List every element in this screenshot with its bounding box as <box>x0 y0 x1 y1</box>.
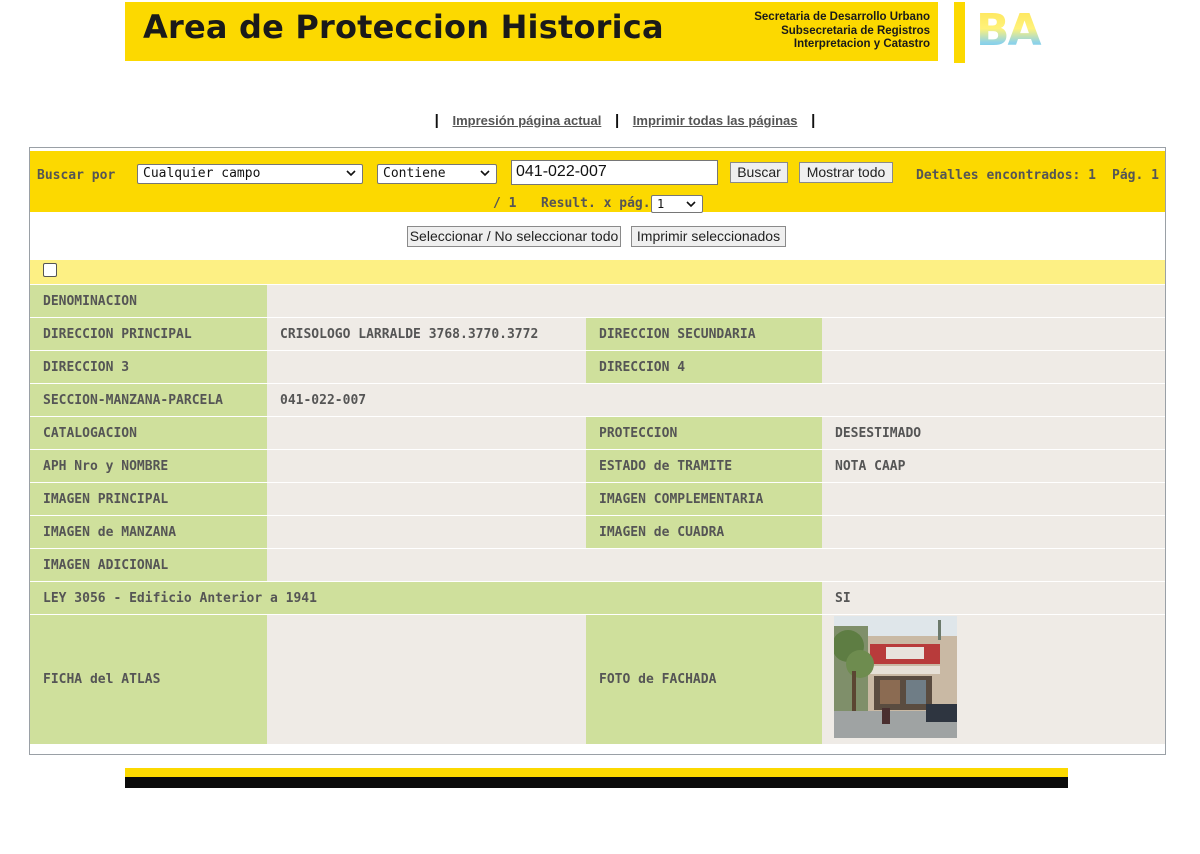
value-ficha-atlas <box>267 615 586 744</box>
label-direccion-principal: DIRECCION PRINCIPAL <box>30 318 267 350</box>
facade-photo[interactable] <box>834 616 957 738</box>
search-field-value: Cualquier campo <box>143 166 261 181</box>
footer-black-bar <box>125 777 1068 788</box>
value-denominacion <box>267 285 1165 317</box>
chevron-down-icon <box>480 170 490 177</box>
record-select-checkbox[interactable] <box>43 263 57 277</box>
label-imagen-complementaria: IMAGEN COMPLEMENTARIA <box>586 483 822 515</box>
label-denominacion: DENOMINACION <box>30 285 267 317</box>
search-bar: Buscar por Cualquier campo Contiene 041-… <box>30 151 1165 213</box>
print-current-page-link[interactable]: Impresión página actual <box>453 113 602 128</box>
link-separator: | <box>811 112 816 129</box>
value-direccion-secundaria <box>822 318 1165 350</box>
label-foto-fachada: FOTO de FACHADA <box>586 615 822 744</box>
value-proteccion: DESESTIMADO <box>822 417 1165 449</box>
select-all-button[interactable]: Seleccionar / No seleccionar todo <box>407 226 621 247</box>
results-per-page-label: Result. x pág.: <box>541 196 659 211</box>
organization-info: Secretaria de Desarrollo Urbano Subsecre… <box>754 11 930 52</box>
banner-divider <box>954 2 965 63</box>
search-operator-select[interactable]: Contiene <box>377 164 497 184</box>
search-operator-value: Contiene <box>383 166 446 181</box>
footer-yellow-bar <box>125 768 1068 777</box>
label-imagen-principal: IMAGEN PRINCIPAL <box>30 483 267 515</box>
value-direccion-principal: CRISOLOGO LARRALDE 3768.3770.3772 <box>267 318 586 350</box>
label-imagen-cuadra: IMAGEN de CUADRA <box>586 516 822 548</box>
ba-logo: BA <box>976 8 1060 54</box>
chevron-down-icon <box>686 201 696 208</box>
value-imagen-manzana <box>267 516 586 548</box>
label-estado-tramite: ESTADO de TRAMITE <box>586 450 822 482</box>
total-pages-indicator: / 1 <box>493 196 517 211</box>
results-found-count: Detalles encontrados: 1 <box>916 168 1097 183</box>
record-header-strip <box>30 260 1165 284</box>
page-title: Area de Proteccion Historica <box>143 8 664 46</box>
value-direccion-3 <box>267 351 586 383</box>
current-page-indicator: Pág. 1 <box>1112 168 1159 183</box>
show-all-button[interactable]: Mostrar todo <box>799 162 893 183</box>
search-button[interactable]: Buscar <box>730 162 788 183</box>
facade-photo-image <box>834 616 957 738</box>
label-direccion-3: DIRECCION 3 <box>30 351 267 383</box>
chevron-down-icon <box>346 170 356 177</box>
link-separator: | <box>434 112 439 129</box>
link-separator: | <box>614 112 620 129</box>
print-all-pages-link[interactable]: Imprimir todas las páginas <box>633 113 798 128</box>
label-direccion-4: DIRECCION 4 <box>586 351 822 383</box>
results-per-page-select[interactable]: 1 <box>651 195 703 213</box>
search-by-label: Buscar por <box>37 168 116 183</box>
print-selected-button[interactable]: Imprimir seleccionados <box>631 226 786 247</box>
value-imagen-principal <box>267 483 586 515</box>
value-seccion-manzana-parcela: 041-022-007 <box>267 384 1165 416</box>
search-input[interactable]: 041-022-007 <box>511 160 718 185</box>
search-field-select[interactable]: Cualquier campo <box>137 164 363 184</box>
value-aph-nombre <box>267 450 586 482</box>
label-imagen-manzana: IMAGEN de MANZANA <box>30 516 267 548</box>
label-imagen-adicional: IMAGEN ADICIONAL <box>30 549 267 581</box>
value-direccion-4 <box>822 351 1165 383</box>
label-direccion-secundaria: DIRECCION SECUNDARIA <box>586 318 822 350</box>
label-proteccion: PROTECCION <box>586 417 822 449</box>
value-ley-3056: SI <box>822 582 1165 614</box>
results-per-page-value: 1 <box>657 197 665 211</box>
org-line-1: Secretaria de Desarrollo Urbano <box>754 11 930 23</box>
label-aph-nombre: APH Nro y NOMBRE <box>30 450 267 482</box>
label-catalogacion: CATALOGACION <box>30 417 267 449</box>
label-ficha-atlas: FICHA del ATLAS <box>30 615 267 744</box>
org-line-2: Subsecretaria de Registros <box>781 24 930 37</box>
label-ley-3056: LEY 3056 - Edificio Anterior a 1941 <box>30 582 822 614</box>
value-estado-tramite: NOTA CAAP <box>822 450 1165 482</box>
value-imagen-cuadra <box>822 516 1165 548</box>
label-seccion-manzana-parcela: SECCION-MANZANA-PARCELA <box>30 384 267 416</box>
value-imagen-adicional <box>267 549 1165 581</box>
value-imagen-complementaria <box>822 483 1165 515</box>
value-catalogacion <box>267 417 586 449</box>
org-line-3: Interpretacion y Catastro <box>793 38 930 50</box>
header-banner: Area de Proteccion Historica Secretaria … <box>125 2 938 61</box>
print-links-bar: | Impresión página actual | Imprimir tod… <box>0 112 1200 129</box>
results-panel: Buscar por Cualquier campo Contiene 041-… <box>29 147 1166 755</box>
